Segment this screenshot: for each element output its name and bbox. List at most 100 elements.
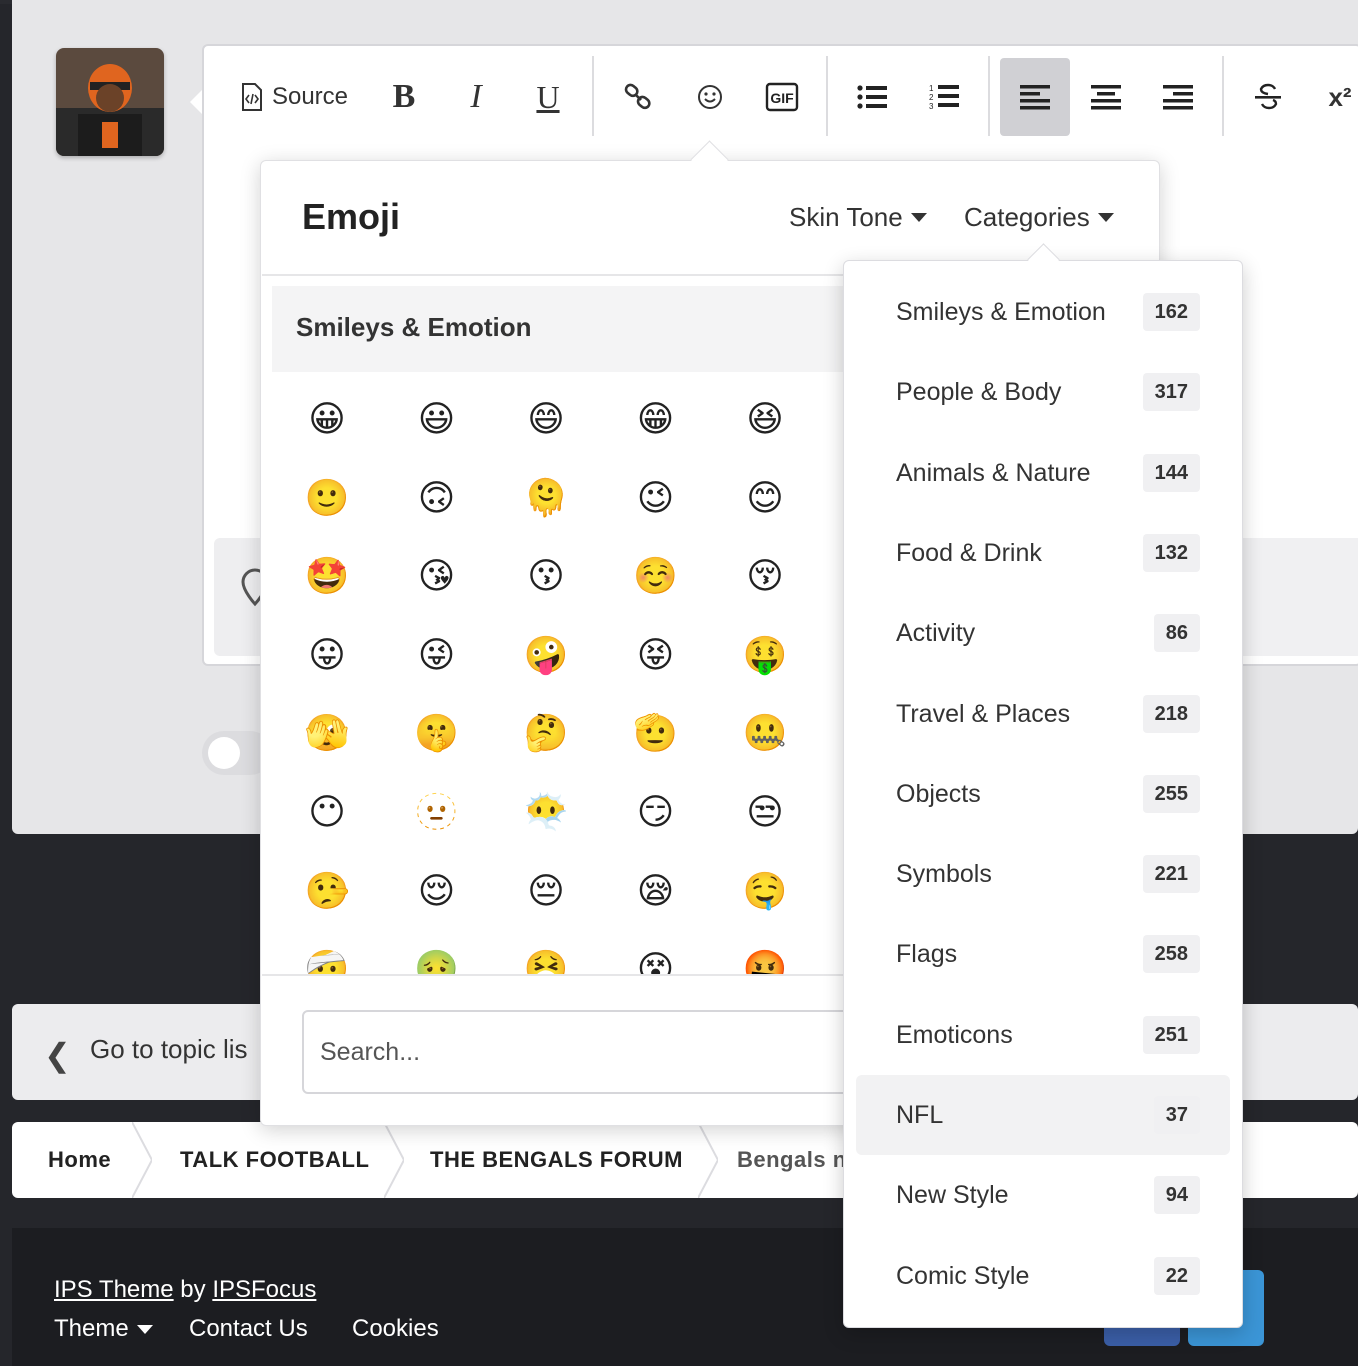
emoji-item[interactable]: 😒 <box>735 783 795 843</box>
numbered-list-icon: 123 <box>929 84 959 111</box>
category-count-badge: 37 <box>1153 1096 1200 1134</box>
category-count-badge: 94 <box>1153 1176 1200 1215</box>
emoji-search-input[interactable] <box>304 1012 860 1092</box>
emoji-item[interactable]: 🫠 <box>516 469 576 529</box>
emoji-item[interactable]: 😛 <box>297 626 357 686</box>
align-right-button[interactable] <box>1154 58 1202 136</box>
align-center-icon <box>1091 85 1121 110</box>
emoji-item[interactable]: 🤕 <box>297 940 357 974</box>
emoji-item[interactable]: 🫥 <box>407 783 467 843</box>
numbered-list-button[interactable]: 123 <box>920 58 968 136</box>
svg-text:GIF: GIF <box>770 90 794 106</box>
category-item[interactable]: Smileys & Emotion 162 <box>856 272 1230 352</box>
emoji-item[interactable]: 😜 <box>407 626 467 686</box>
emoji-item[interactable]: 🙃 <box>407 469 467 529</box>
toolbar-separator <box>826 56 828 136</box>
category-item[interactable]: Travel & Places 218 <box>856 674 1230 754</box>
category-item[interactable]: Animals & Nature 144 <box>856 433 1230 513</box>
emoji-item[interactable]: 🤫 <box>407 704 467 764</box>
italic-button[interactable]: I <box>452 58 500 136</box>
toggle-knob <box>208 737 240 769</box>
emoji-item[interactable]: 🤢 <box>407 940 467 974</box>
emoji-item[interactable]: 🤮 <box>516 940 576 974</box>
emoji-item[interactable]: 😏 <box>626 783 686 843</box>
emoji-item[interactable]: 😚 <box>735 547 795 607</box>
avatar[interactable] <box>56 48 164 156</box>
emoji-item[interactable]: ☺️ <box>626 547 686 607</box>
emoji-item[interactable]: 🤐 <box>735 704 795 764</box>
category-label: Emoticons <box>896 1020 1013 1049</box>
category-item[interactable]: People & Body 317 <box>856 352 1230 432</box>
breadcrumb-home[interactable]: Home <box>48 1122 111 1198</box>
category-item[interactable]: Symbols 221 <box>856 834 1230 914</box>
emoji-search-field[interactable] <box>302 1010 862 1094</box>
emoji-item[interactable]: 😵 <box>626 940 686 974</box>
emoji-item[interactable]: 🙂 <box>297 469 357 529</box>
emoji-item[interactable]: 😆 <box>735 390 795 450</box>
toolbar-separator <box>592 56 594 136</box>
align-left-button[interactable] <box>1000 58 1070 136</box>
category-item[interactable]: Comic Style 22 <box>856 1236 1230 1316</box>
strikethrough-icon <box>1255 83 1281 110</box>
emoji-item[interactable]: 😄 <box>516 390 576 450</box>
emoji-item[interactable]: 🤪 <box>516 626 576 686</box>
emoji-item[interactable]: 🤤 <box>735 862 795 922</box>
category-item[interactable]: Food & Drink 132 <box>856 513 1230 593</box>
chevron-down-icon <box>1097 213 1114 222</box>
breadcrumb-current[interactable]: Bengals n <box>737 1122 847 1198</box>
emoji-item[interactable]: 😶 <box>297 783 357 843</box>
skin-tone-dropdown[interactable]: Skin Tone <box>789 202 927 233</box>
ipsfocus-link[interactable]: IPSFocus <box>212 1276 316 1303</box>
emoji-item[interactable]: 🤔 <box>516 704 576 764</box>
breadcrumb-talk-football[interactable]: TALK FOOTBALL <box>180 1122 369 1198</box>
go-to-topic-list-link[interactable]: Go to topic lis <box>90 1034 248 1065</box>
emoji-item[interactable]: 😊 <box>735 469 795 529</box>
breadcrumb-separator <box>698 1122 718 1198</box>
emoji-item[interactable]: 😉 <box>626 469 686 529</box>
emoji-item[interactable]: 😌 <box>407 862 467 922</box>
gif-button[interactable]: GIF <box>758 58 806 136</box>
emoji-item[interactable]: 😪 <box>626 862 686 922</box>
contact-us-link[interactable]: Contact Us <box>189 1315 308 1343</box>
category-item[interactable]: New Style 94 <box>856 1155 1230 1235</box>
link-button[interactable] <box>614 58 662 136</box>
superscript-button[interactable]: x² <box>1316 58 1358 136</box>
category-label: NFL <box>896 1101 944 1129</box>
source-button[interactable]: Source <box>234 58 354 136</box>
category-item[interactable]: Objects 255 <box>856 754 1230 834</box>
theme-credit-by: by <box>180 1276 206 1303</box>
emoji-item[interactable]: 😃 <box>407 390 467 450</box>
category-label: Activity <box>896 619 976 648</box>
bold-button[interactable]: B <box>380 58 428 136</box>
svg-text:2: 2 <box>929 93 934 102</box>
emoji-item[interactable]: 🫡 <box>626 704 686 764</box>
emoji-item[interactable]: 😝 <box>626 626 686 686</box>
category-item[interactable]: Flags 258 <box>856 914 1230 994</box>
breadcrumb-bengals-forum[interactable]: THE BENGALS FORUM <box>430 1122 683 1198</box>
emoji-item[interactable]: 😁 <box>626 390 686 450</box>
bulleted-list-button[interactable] <box>848 58 896 136</box>
category-item[interactable]: Emoticons 251 <box>856 995 1230 1075</box>
emoji-item[interactable]: 🤑 <box>735 626 795 686</box>
cookies-link[interactable]: Cookies <box>352 1315 439 1343</box>
emoji-item[interactable]: 😶‍🌫️ <box>516 783 576 843</box>
emoji-item[interactable]: 🤥 <box>297 862 357 922</box>
underline-button[interactable]: U <box>524 58 572 136</box>
category-item[interactable]: NFL 37 <box>856 1075 1230 1155</box>
ips-theme-link[interactable]: IPS Theme <box>54 1276 174 1303</box>
emoji-item[interactable]: 🤬 <box>735 940 795 974</box>
categories-label: Categories <box>964 202 1090 232</box>
category-item[interactable]: Activity 86 <box>856 593 1230 673</box>
emoji-item[interactable]: 😘 <box>407 547 467 607</box>
categories-dropdown[interactable]: Categories <box>964 202 1114 233</box>
theme-label: Theme <box>54 1315 129 1342</box>
emoji-button[interactable] <box>686 58 734 136</box>
emoji-item[interactable]: 🤩 <box>297 547 357 607</box>
emoji-item[interactable]: 😔 <box>516 862 576 922</box>
emoji-item[interactable]: 🫣 <box>297 704 357 764</box>
align-center-button[interactable] <box>1082 58 1130 136</box>
emoji-item[interactable]: 😗 <box>516 547 576 607</box>
emoji-item[interactable]: 😀 <box>297 390 357 450</box>
strikethrough-button[interactable] <box>1244 58 1292 136</box>
theme-menu[interactable]: Theme <box>54 1315 153 1343</box>
